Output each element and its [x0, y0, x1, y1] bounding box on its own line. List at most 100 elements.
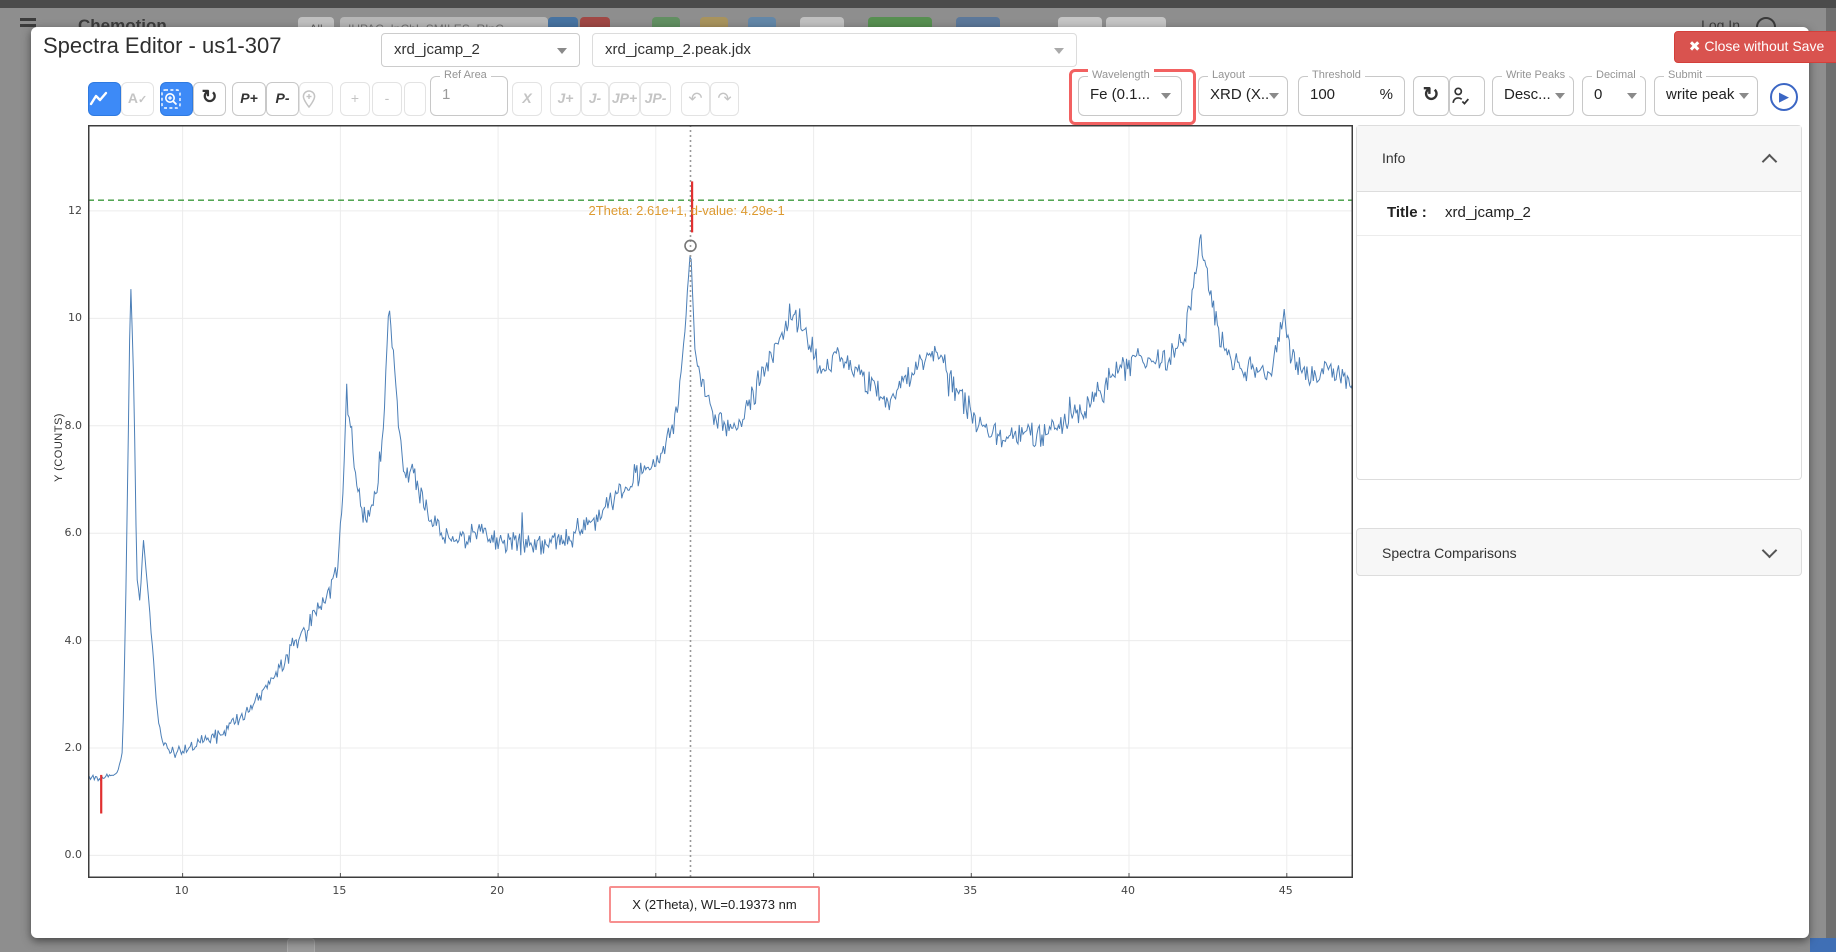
line-mode-button[interactable]: [88, 82, 121, 116]
background-button-light2: [1106, 17, 1166, 27]
layout-value: XRD (X...: [1210, 86, 1268, 103]
chevron-down-icon: [1627, 93, 1637, 99]
jp-minus-button[interactable]: JP-: [640, 82, 671, 116]
y-tick-label: 6.0: [62, 526, 82, 539]
info-panel-header[interactable]: Info: [1357, 126, 1801, 192]
chevron-up-icon: [1762, 154, 1778, 170]
j-plus-button[interactable]: J+: [550, 82, 581, 116]
y-tick-label: 2.0: [62, 741, 82, 754]
decimal-select[interactable]: Decimal 0: [1582, 76, 1646, 116]
peak-remove-button[interactable]: P-: [266, 82, 299, 116]
background-navbar: Chemotion All IUPAC, InChI, SMILES, RInC…: [0, 8, 1836, 27]
peak-add-button[interactable]: P+: [232, 82, 266, 116]
chevron-down-icon: [1269, 93, 1279, 99]
x-tick-label: 20: [490, 884, 504, 897]
chevron-down-icon: [1161, 93, 1171, 99]
file-name-select[interactable]: xrd_jcamp_2.peak.jdx: [592, 33, 1077, 67]
screen: Chemotion All IUPAC, InChI, SMILES, RInC…: [0, 0, 1836, 952]
set-reference-button[interactable]: [299, 82, 333, 116]
reset-zoom-icon: ↻: [202, 87, 218, 108]
wavelength-select[interactable]: Wavelength Fe (0.1...: [1078, 76, 1182, 116]
decimal-value: 0: [1594, 86, 1602, 103]
background-login: Log In: [1701, 17, 1740, 27]
threshold-suffix: %: [1380, 86, 1393, 103]
chevron-down-icon: [557, 48, 567, 54]
j-minus-button[interactable]: J-: [581, 82, 609, 116]
modal-title: Spectra Editor - us1-307: [43, 33, 281, 59]
close-icon: ✖: [1689, 38, 1705, 54]
undo-button[interactable]: ↶: [681, 82, 710, 116]
background-all-button: All: [298, 17, 334, 27]
zoom-in-icon: [161, 89, 181, 109]
line-chart-icon: [89, 91, 109, 107]
spectrum-select[interactable]: xrd_jcamp_2: [381, 33, 580, 67]
y-tick-label: 8.0: [62, 419, 82, 432]
x-tick-label: 40: [1121, 884, 1135, 897]
x-tick-label: 10: [175, 884, 189, 897]
background-button-green: [652, 17, 680, 27]
background-button-blue: [548, 17, 578, 27]
submit-label: Submit: [1664, 69, 1706, 81]
wavelength-value: Fe (0.1...: [1090, 86, 1150, 103]
ref-area-field[interactable]: Ref Area 1: [430, 76, 508, 116]
peak-annotation: 2Theta: 2.61e+1, d-value: 4.29e-1: [588, 203, 784, 218]
chevron-down-icon: [1555, 93, 1565, 99]
y-tick-label: 0.0: [62, 848, 82, 861]
blank-button[interactable]: [404, 82, 426, 116]
threshold-label: Threshold: [1308, 69, 1365, 81]
wavelength-label: Wavelength: [1088, 69, 1154, 81]
spectrum-svg[interactable]: [88, 125, 1353, 878]
background-badge-green: [868, 17, 932, 27]
redo-icon: ↷: [717, 89, 731, 108]
x-axis-label: X (2Theta), WL=0.19373 nm: [632, 897, 796, 912]
spectra-comparisons-panel-header[interactable]: Spectra Comparisons: [1356, 528, 1802, 576]
decrease-button[interactable]: -: [372, 82, 402, 116]
info-title-value: xrd_jcamp_2: [1445, 204, 1531, 221]
auto-scale-button[interactable]: A✓: [121, 82, 154, 116]
redo-button[interactable]: ↷: [710, 82, 739, 116]
account-icon: [1756, 17, 1776, 27]
spectrum-plot[interactable]: [88, 125, 1353, 878]
person-check-icon: [1450, 85, 1472, 107]
write-peaks-label: Write Peaks: [1502, 69, 1569, 81]
y-tick-label: 10: [62, 311, 82, 324]
background-button-red: [580, 17, 610, 27]
background-button-gray: [800, 17, 844, 27]
play-icon: ▶: [1779, 89, 1789, 104]
spectra-editor-modal: Spectra Editor - us1-307 xrd_jcamp_2 xrd…: [31, 27, 1809, 938]
a-wave-icon: A✓: [128, 90, 147, 106]
write-peaks-select[interactable]: Write Peaks Desc...: [1492, 76, 1574, 116]
threshold-field[interactable]: Threshold 100 %: [1298, 76, 1405, 116]
chevron-down-icon: [1762, 543, 1778, 559]
zoom-select-button[interactable]: [160, 82, 193, 116]
close-without-save-button[interactable]: ✖ Close without Save: [1674, 31, 1836, 63]
file-name-value: xrd_jcamp_2.peak.jdx: [605, 41, 751, 58]
decimal-label: Decimal: [1592, 69, 1640, 81]
hamburger-icon: [20, 18, 36, 27]
x-axis-label-box: X (2Theta), WL=0.19373 nm: [609, 886, 820, 923]
background-brand: Chemotion: [78, 16, 167, 27]
clear-x-button[interactable]: X: [512, 82, 542, 116]
info-panel: Info Title : xrd_jcamp_2: [1356, 125, 1802, 480]
background-button-slate: [956, 17, 1000, 27]
chevron-down-icon: [1054, 48, 1064, 54]
increase-button[interactable]: +: [340, 82, 370, 116]
x-tick-label: 35: [963, 884, 977, 897]
layout-select[interactable]: Layout XRD (X...: [1198, 76, 1288, 116]
submit-value: write peak ...: [1666, 86, 1738, 103]
reset-zoom-button[interactable]: ↻: [193, 82, 226, 116]
submit-select[interactable]: Submit write peak ...: [1654, 76, 1758, 116]
y-tick-label: 4.0: [62, 634, 82, 647]
background-scrollbar: [1826, 8, 1836, 952]
predict-button[interactable]: [1449, 76, 1485, 116]
background-top-strip: [0, 0, 1836, 8]
layout-label: Layout: [1208, 69, 1249, 81]
chevron-down-icon: [1739, 93, 1749, 99]
spectra-comparisons-title: Spectra Comparisons: [1382, 545, 1517, 561]
refresh-button[interactable]: ↻: [1413, 76, 1449, 116]
submit-play-button[interactable]: ▶: [1770, 83, 1798, 111]
threshold-value: 100: [1310, 86, 1335, 103]
info-title-label: Title :: [1387, 204, 1427, 221]
y-axis-label: Y (COUNTS): [53, 413, 65, 482]
jp-plus-button[interactable]: JP+: [609, 82, 640, 116]
